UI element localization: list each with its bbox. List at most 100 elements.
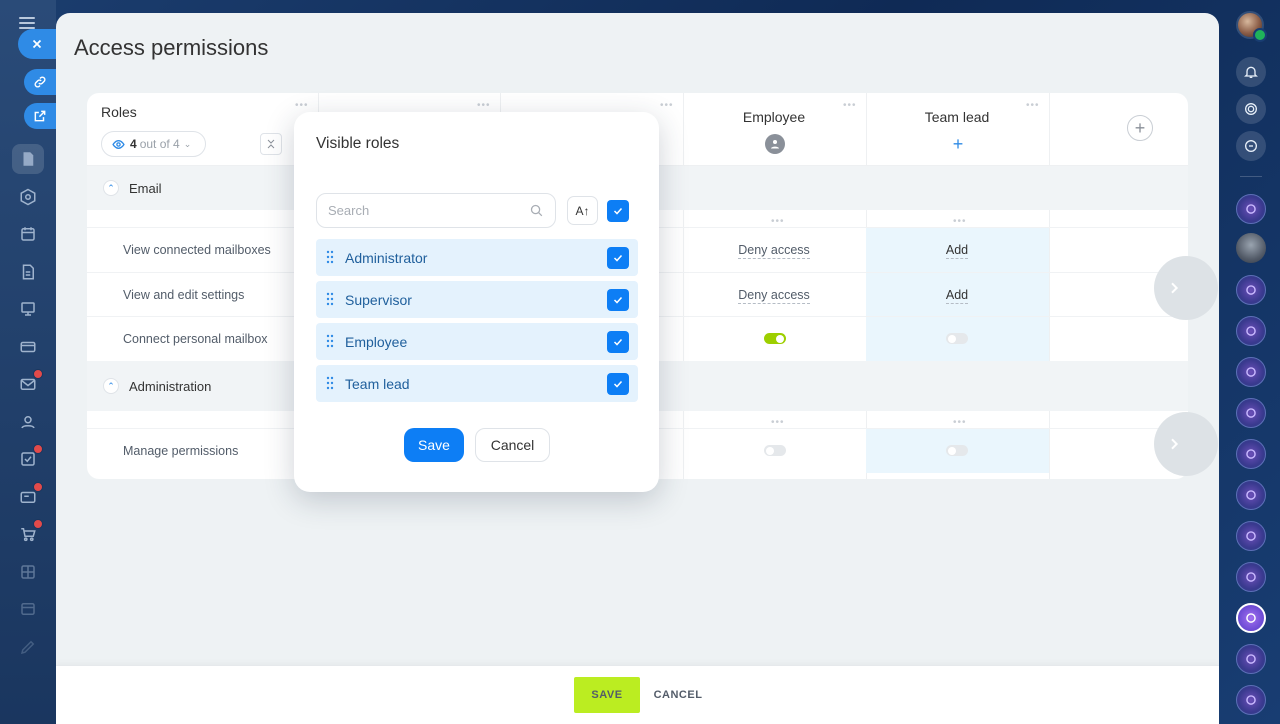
more-icon[interactable]: ••• — [660, 101, 674, 111]
chat-item[interactable] — [1236, 194, 1266, 224]
chat-item[interactable] — [1236, 357, 1266, 387]
chat-item[interactable] — [1236, 480, 1266, 510]
more-icon[interactable]: ••• — [295, 101, 309, 111]
checkmark-icon — [613, 254, 623, 262]
permission-label: Connect personal mailbox — [123, 332, 268, 346]
drag-handle-icon[interactable] — [326, 292, 334, 306]
chat-item[interactable] — [1236, 562, 1266, 592]
permission-toggle[interactable] — [946, 333, 968, 344]
chat-item-active[interactable] — [1236, 603, 1266, 633]
link-icon — [34, 76, 46, 88]
user-avatar[interactable] — [1236, 11, 1267, 42]
chat-item[interactable] — [1236, 316, 1266, 346]
sidebar-item-cards[interactable] — [12, 332, 44, 362]
checkmark-icon — [613, 207, 623, 215]
role-list-item[interactable]: Supervisor — [316, 281, 638, 318]
checkmark-icon — [613, 380, 623, 388]
copy-link-button[interactable] — [24, 69, 56, 95]
more-icon[interactable]: ••• — [771, 418, 785, 428]
menu-icon[interactable] — [19, 17, 35, 29]
copilot-chat-icon — [1246, 367, 1256, 377]
chat-item[interactable] — [1236, 275, 1266, 305]
sidebar-item-shop[interactable] — [12, 519, 44, 549]
role-checkbox[interactable] — [607, 289, 629, 311]
chat-item[interactable] — [1236, 685, 1266, 715]
scroll-right-button[interactable] — [1154, 412, 1218, 476]
document-icon — [23, 152, 34, 166]
chat-item[interactable] — [1236, 521, 1266, 551]
save-button[interactable]: SAVE — [574, 677, 640, 713]
chevron-down-icon: ⌄ — [183, 138, 192, 149]
sidebar-item-hexagon[interactable] — [12, 182, 44, 212]
visible-roles-selector[interactable]: 4 out of 4 ⌄ — [101, 131, 206, 157]
cancel-button[interactable]: CANCEL — [648, 677, 708, 713]
scroll-right-button[interactable] — [1154, 256, 1218, 320]
role-checkbox[interactable] — [607, 331, 629, 353]
drag-handle-icon[interactable] — [326, 376, 334, 390]
permission-label: Manage permissions — [123, 444, 239, 458]
search-input[interactable] — [316, 193, 556, 228]
sidebar-item-documents[interactable] — [12, 144, 44, 174]
divider — [1240, 176, 1262, 177]
sidebar-item-crm[interactable] — [12, 482, 44, 512]
copilot-button[interactable] — [1236, 94, 1266, 124]
chat-avatar[interactable] — [1236, 233, 1266, 263]
permission-label: View and edit settings — [123, 288, 245, 302]
chat-item[interactable] — [1236, 398, 1266, 428]
notification-badge — [33, 519, 43, 529]
add-role-button[interactable]: + — [1127, 115, 1153, 141]
chevron-right-icon — [1171, 438, 1179, 450]
collapse-all-button[interactable] — [260, 133, 282, 155]
chevron-up-icon[interactable]: ⌃ — [103, 378, 119, 394]
permission-cell[interactable]: Deny access — [683, 243, 865, 259]
role-list-item[interactable]: Employee — [316, 323, 638, 360]
open-new-window-button[interactable] — [24, 103, 56, 129]
role-list-item[interactable]: Administrator — [316, 239, 638, 276]
sidebar-item-calendar[interactable] — [12, 219, 44, 249]
sidebar-item-contacts[interactable] — [12, 407, 44, 437]
drag-handle-icon[interactable] — [326, 334, 334, 348]
permission-cell[interactable]: Add — [866, 288, 1048, 304]
sidebar-item-tasks[interactable] — [12, 444, 44, 474]
notification-badge — [33, 369, 43, 379]
permission-cell[interactable]: Add — [866, 243, 1048, 259]
popup-save-button[interactable]: Save — [404, 428, 464, 462]
chevron-up-icon[interactable]: ⌃ — [103, 180, 119, 196]
sidebar-item-mail[interactable] — [12, 369, 44, 399]
sort-alphabetically-button[interactable]: A↑ — [567, 196, 598, 225]
role-checkbox[interactable] — [607, 373, 629, 395]
popup-cancel-button[interactable]: Cancel — [475, 428, 550, 462]
search-chats-button[interactable] — [1236, 131, 1266, 161]
notifications-button[interactable] — [1236, 57, 1266, 87]
more-icon[interactable]: ••• — [953, 418, 967, 428]
close-slider-button[interactable] — [18, 29, 56, 59]
chat-item[interactable] — [1236, 644, 1266, 674]
visible-roles-popup: Visible roles A↑ Administrator Superviso… — [294, 112, 659, 492]
drag-handle-icon[interactable] — [326, 250, 334, 264]
more-icon[interactable]: ••• — [953, 217, 967, 227]
chat-item[interactable] — [1236, 439, 1266, 469]
select-all-checkbox[interactable] — [607, 200, 629, 222]
more-icon[interactable]: ••• — [771, 217, 785, 227]
sidebar-item-grid[interactable] — [12, 557, 44, 587]
role-name: Supervisor — [345, 292, 412, 308]
permission-toggle[interactable] — [764, 445, 786, 456]
permission-toggle[interactable] — [946, 445, 968, 456]
sort-icon: A↑ — [575, 203, 590, 218]
column-header-employee[interactable]: Employee — [683, 93, 865, 166]
external-link-icon — [34, 110, 46, 122]
role-name: Employee — [345, 334, 408, 350]
sidebar-item-files[interactable] — [12, 257, 44, 287]
grid-icon — [21, 565, 35, 579]
plus-icon[interactable]: + — [948, 134, 968, 154]
permission-toggle[interactable] — [764, 333, 786, 344]
role-checkbox[interactable] — [607, 247, 629, 269]
sidebar-item-stack[interactable] — [12, 594, 44, 624]
column-header-team-lead[interactable]: Team lead + — [866, 93, 1048, 166]
more-icon[interactable]: ••• — [477, 101, 491, 111]
role-list-item[interactable]: Team lead — [316, 365, 638, 402]
permission-cell[interactable]: Deny access — [683, 288, 865, 304]
sidebar-item-edit[interactable] — [12, 632, 44, 662]
sidebar-item-board[interactable] — [12, 294, 44, 324]
visible-roles-count: 4 — [130, 137, 137, 151]
